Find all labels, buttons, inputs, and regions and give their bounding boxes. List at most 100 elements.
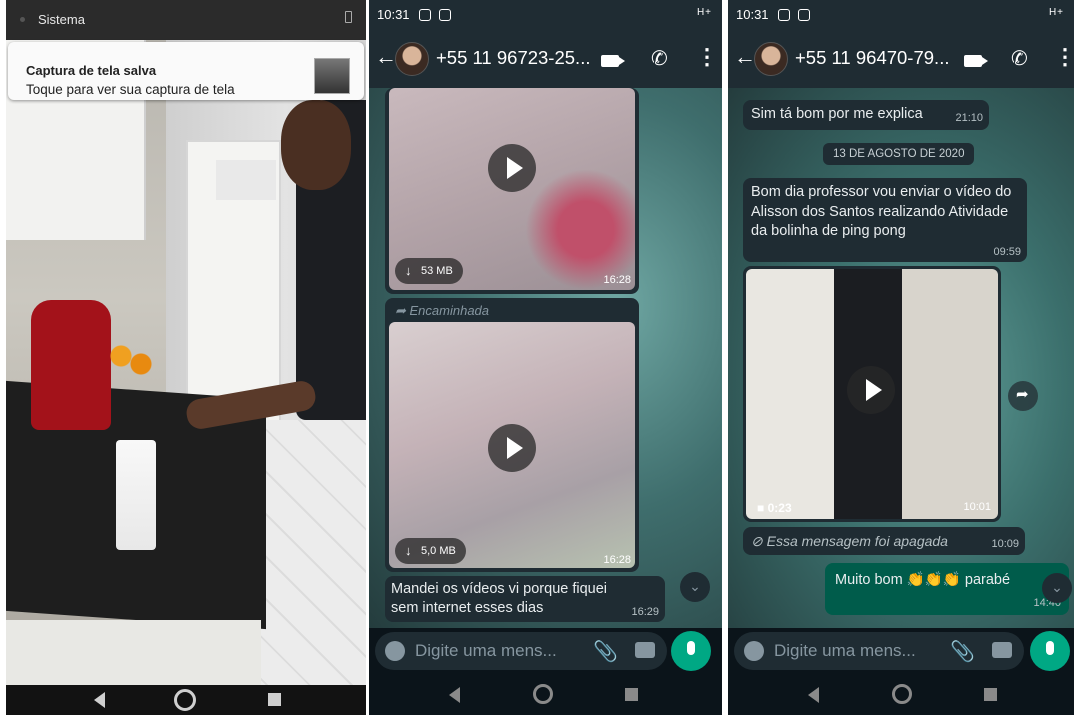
message-input-bar: Digite uma mens... 📎 — [728, 628, 1074, 674]
mic-button[interactable] — [1030, 631, 1070, 671]
home-icon[interactable] — [174, 689, 196, 711]
video-message[interactable]: ■ 0:23 10:01 — [743, 266, 1001, 522]
download-button[interactable]: 5,0 MB — [395, 538, 466, 564]
photo-fruits — [106, 340, 156, 380]
attach-icon[interactable]: 📎 — [593, 639, 618, 664]
play-icon[interactable] — [488, 424, 536, 472]
text-message[interactable]: Mandei os vídeos vi porque fiquei sem in… — [385, 576, 665, 622]
message-time: 21:10 — [955, 112, 983, 124]
image-notification-icon — [798, 9, 810, 21]
forwarded-text: Encaminhada — [409, 303, 490, 318]
video-duration: ■ 0:23 — [757, 501, 792, 515]
photo-blender — [31, 300, 111, 430]
camera-icon[interactable] — [635, 642, 655, 658]
system-status-bar: Sistema — [6, 0, 366, 40]
recents-icon[interactable] — [625, 688, 638, 701]
chat-notification-icon — [419, 9, 431, 21]
photo-counter-front — [6, 620, 261, 685]
screenshot-panel-notification: Sistema Captura de tela salva Toque para… — [6, 0, 366, 715]
screenshot-saved-notification[interactable]: Captura de tela salva Toque para ver sua… — [8, 42, 364, 100]
back-icon[interactable] — [94, 692, 105, 708]
notification-title: Captura de tela salva — [26, 63, 157, 78]
deleted-message: ⊘ Essa mensagem foi apagada 10:09 — [743, 527, 1025, 555]
back-icon[interactable] — [449, 687, 460, 703]
emoji-icon[interactable] — [385, 641, 405, 661]
status-time: 10:31 — [736, 7, 769, 22]
chat-header: ← +55 11 96723-25... ✆ ⋮ — [369, 30, 722, 88]
message-time: 16:29 — [631, 606, 659, 618]
recents-icon[interactable] — [268, 693, 281, 706]
download-button[interactable]: 53 MB — [395, 258, 463, 284]
screenshot-collage: Sistema Captura de tela salva Toque para… — [0, 0, 1075, 715]
home-icon[interactable] — [892, 684, 912, 704]
text-message[interactable]: Bom dia professor vou enviar o vídeo do … — [743, 178, 1027, 262]
chat-header: ← +55 11 96470-79... ✆ ⋮ — [728, 30, 1074, 88]
status-dot-icon — [20, 17, 25, 22]
whatsapp-chat-panel-2: 10:31 H+ ← +55 11 96470-79... ✆ ⋮ Sim tá… — [728, 0, 1074, 715]
message-text: Bom dia professor vou enviar o vídeo do … — [751, 184, 1012, 239]
status-time: 10:31 — [377, 7, 410, 22]
forward-icon[interactable] — [1008, 381, 1038, 411]
back-icon[interactable] — [808, 687, 819, 703]
message-time: 16:28 — [603, 554, 631, 566]
play-icon[interactable] — [847, 366, 895, 414]
message-input[interactable]: Digite uma mens... 📎 — [375, 632, 667, 670]
contact-name[interactable]: +55 11 96723-25... — [436, 47, 590, 69]
contact-name[interactable]: +55 11 96470-79... — [795, 47, 949, 69]
network-indicator: H+ — [1048, 7, 1064, 18]
message-text: Sim tá bom por me explica — [751, 106, 923, 122]
more-options-icon[interactable]: ⋮ — [1054, 44, 1074, 70]
message-text: Muito bom 👏👏👏 parabé — [835, 572, 1011, 588]
scroll-down-icon[interactable]: ⌄ — [680, 572, 710, 602]
text-message[interactable]: Sim tá bom por me explica 21:10 — [743, 100, 989, 130]
message-input-bar: Digite uma mens... 📎 — [369, 628, 722, 674]
scroll-down-icon[interactable]: ⌄ — [1042, 573, 1072, 603]
back-arrow-icon[interactable]: ← — [375, 44, 397, 70]
message-time: 10:09 — [991, 538, 1019, 550]
message-time: 10:01 — [963, 501, 991, 513]
android-nav-bar — [728, 674, 1074, 715]
contact-avatar[interactable] — [754, 42, 788, 76]
android-nav-bar — [369, 674, 722, 715]
forwarded-video-message[interactable]: ➦ Encaminhada 5,0 MB 16:28 — [385, 298, 639, 572]
message-time: 16:28 — [603, 274, 631, 286]
contact-avatar[interactable] — [395, 42, 429, 76]
photo-shelf — [216, 160, 276, 200]
chat-notification-icon — [778, 9, 790, 21]
screenshot-thumbnail[interactable] — [314, 58, 350, 94]
attach-icon[interactable]: 📎 — [950, 639, 975, 664]
status-bar: 10:31 H+ — [369, 0, 722, 30]
video-message[interactable]: 53 MB 16:28 — [385, 88, 639, 294]
network-indicator: H+ — [696, 7, 712, 18]
notification-body: Toque para ver sua captura de tela — [26, 82, 235, 97]
photo-cups — [116, 440, 156, 550]
status-bar: 10:31 H+ — [728, 0, 1074, 30]
video-call-icon[interactable] — [601, 55, 625, 67]
more-options-icon[interactable]: ⋮ — [696, 44, 718, 70]
phone-call-icon[interactable]: ✆ — [1011, 46, 1028, 71]
recents-icon[interactable] — [984, 688, 997, 701]
android-nav-bar — [6, 685, 366, 715]
photo-person-head — [281, 100, 351, 190]
emoji-icon[interactable] — [744, 641, 764, 661]
message-placeholder: Digite uma mens... — [415, 641, 557, 660]
date-separator: 13 DE AGOSTO DE 2020 — [823, 143, 975, 165]
play-icon[interactable] — [488, 144, 536, 192]
message-time: 09:59 — [993, 246, 1021, 258]
forwarded-label: ➦ Encaminhada — [395, 303, 490, 318]
outgoing-message[interactable]: Muito bom 👏👏👏 parabé 14:40 — [825, 563, 1069, 615]
mic-button[interactable] — [671, 631, 711, 671]
message-input[interactable]: Digite uma mens... 📎 — [734, 632, 1024, 670]
home-icon[interactable] — [533, 684, 553, 704]
message-text: Mandei os vídeos vi porque fiquei sem in… — [391, 581, 608, 616]
video-call-icon[interactable] — [964, 55, 988, 67]
phone-call-icon[interactable]: ✆ — [651, 46, 668, 71]
battery-icon — [345, 11, 352, 23]
deleted-text-value: Essa mensagem foi apagada — [766, 533, 948, 549]
message-placeholder: Digite uma mens... — [774, 641, 916, 660]
deleted-text: ⊘ Essa mensagem foi apagada — [751, 533, 948, 549]
back-arrow-icon[interactable]: ← — [734, 44, 756, 70]
video-duration-text: 0:23 — [767, 501, 792, 515]
camera-icon[interactable] — [992, 642, 1012, 658]
status-label: Sistema — [38, 12, 85, 27]
